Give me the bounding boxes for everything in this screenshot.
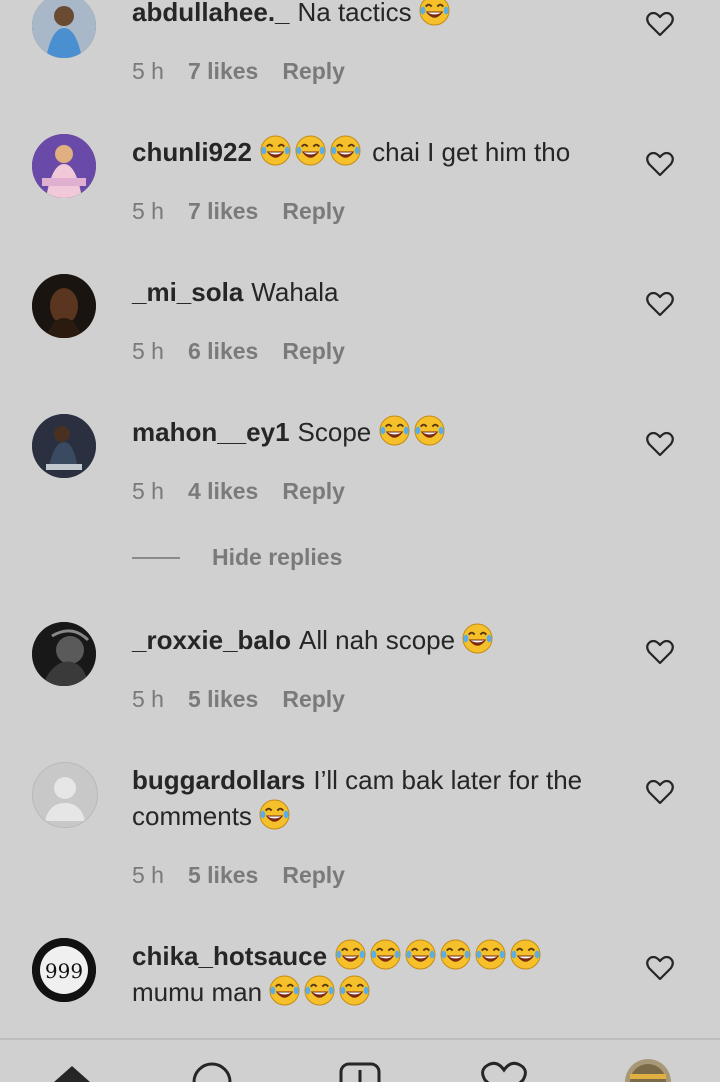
comment-likes[interactable]: 7 likes xyxy=(188,58,258,85)
comment-username[interactable]: chunli922 xyxy=(132,137,252,167)
like-heart-icon[interactable] xyxy=(646,955,674,981)
like-heart-icon[interactable] xyxy=(646,639,674,665)
comment-meta: 5 h 7 likes Reply xyxy=(132,58,345,85)
bottom-navigation-bar xyxy=(0,1038,720,1082)
laughing-emoji-icon xyxy=(304,975,335,1006)
activity-heart-icon[interactable] xyxy=(480,1058,528,1082)
comment-meta: 5 h 5 likes Reply xyxy=(132,862,345,889)
comment-username[interactable]: _roxxie_balo xyxy=(132,625,291,655)
user-avatar[interactable] xyxy=(32,622,96,686)
hide-replies-button[interactable]: Hide replies xyxy=(132,544,342,571)
comment-meta: 5 h 7 likes Reply xyxy=(132,198,345,225)
laughing-emoji-icon xyxy=(295,135,326,166)
laughing-emoji-icon xyxy=(413,415,445,446)
like-heart-icon[interactable] xyxy=(646,151,674,177)
comment-text: chunli922 chai I get him tho xyxy=(132,134,612,170)
comment-body: Na tactics xyxy=(297,0,412,27)
laughing-emoji-icon xyxy=(330,135,361,166)
laughing-emoji-icon xyxy=(405,939,436,970)
comment-username[interactable]: _mi_sola xyxy=(132,277,243,307)
hide-replies-label: Hide replies xyxy=(212,544,343,570)
like-heart-icon[interactable] xyxy=(646,431,674,457)
reply-button[interactable]: Reply xyxy=(282,686,345,713)
comment-username[interactable]: chika_hotsauce xyxy=(132,941,327,971)
laughing-emoji-icon xyxy=(475,939,506,970)
user-avatar[interactable]: 999 xyxy=(32,938,96,1002)
comment-username[interactable]: mahon__ey1 xyxy=(132,417,290,447)
reply-button[interactable]: Reply xyxy=(282,478,345,505)
reply-button[interactable]: Reply xyxy=(282,198,345,225)
comment-body: mumu man xyxy=(132,977,263,1007)
comment-text: chika_hotsauce mumu man xyxy=(132,938,612,1010)
comment-time: 5 h xyxy=(132,198,164,224)
laughing-emoji-icon xyxy=(510,939,541,970)
laughing-emoji-icon xyxy=(269,975,300,1006)
home-icon[interactable] xyxy=(48,1058,96,1082)
like-heart-icon[interactable] xyxy=(646,779,674,805)
comment-likes[interactable]: 4 likes xyxy=(188,478,258,505)
laughing-emoji-icon xyxy=(378,415,410,446)
comment-meta: 5 h 6 likes Reply xyxy=(132,338,345,365)
laughing-emoji-icon xyxy=(462,623,493,654)
comment-text: mahon__ey1 Scope xyxy=(132,414,612,450)
profile-avatar[interactable] xyxy=(624,1058,672,1082)
laughing-emoji-icon xyxy=(339,975,370,1006)
user-avatar[interactable] xyxy=(32,0,96,58)
reply-button[interactable]: Reply xyxy=(282,58,345,85)
comment-body: All nah scope xyxy=(298,625,456,655)
laughing-emoji-icon xyxy=(419,0,450,26)
comment-meta: 5 h 4 likes Reply xyxy=(132,478,345,505)
user-avatar[interactable] xyxy=(32,274,96,338)
divider-line xyxy=(132,556,180,559)
laughing-emoji-icon xyxy=(440,939,471,970)
comment-likes[interactable]: 5 likes xyxy=(188,862,258,889)
comment-body: chai I get him tho xyxy=(372,137,571,167)
comment-text: buggardollars I’ll cam bak later for the … xyxy=(132,762,612,834)
reply-button[interactable]: Reply xyxy=(282,862,345,889)
new-post-icon[interactable] xyxy=(336,1058,384,1082)
comment-body: Scope xyxy=(297,417,372,447)
user-avatar[interactable] xyxy=(32,414,96,478)
comment-body: Wahala xyxy=(251,277,339,307)
search-icon[interactable] xyxy=(188,1058,236,1082)
user-avatar[interactable] xyxy=(32,134,96,198)
reply-button[interactable]: Reply xyxy=(282,338,345,365)
default-avatar-icon[interactable] xyxy=(32,762,98,828)
comment-time: 5 h xyxy=(132,686,164,712)
comment-likes[interactable]: 5 likes xyxy=(188,686,258,713)
comment-time: 5 h xyxy=(132,478,164,504)
comment-text: _roxxie_balo All nah scope xyxy=(132,622,612,658)
comment-time: 5 h xyxy=(132,338,164,364)
comment-text: abdullahee._ Na tactics xyxy=(132,0,612,30)
svg-text:999: 999 xyxy=(45,959,83,983)
comment-username[interactable]: buggardollars xyxy=(132,765,305,795)
comment-likes[interactable]: 7 likes xyxy=(188,198,258,225)
comment-likes[interactable]: 6 likes xyxy=(188,338,258,365)
comment-time: 5 h xyxy=(132,58,164,84)
like-heart-icon[interactable] xyxy=(646,291,674,317)
comment-username[interactable]: abdullahee._ xyxy=(132,0,290,27)
comment-text: _mi_sola Wahala xyxy=(132,274,612,310)
comment-time: 5 h xyxy=(132,862,164,888)
laughing-emoji-icon xyxy=(259,799,290,830)
comment-meta: 5 h 5 likes Reply xyxy=(132,686,345,713)
laughing-emoji-icon xyxy=(335,939,366,970)
laughing-emoji-icon xyxy=(260,135,291,166)
like-heart-icon[interactable] xyxy=(646,11,674,37)
laughing-emoji-icon xyxy=(370,939,401,970)
